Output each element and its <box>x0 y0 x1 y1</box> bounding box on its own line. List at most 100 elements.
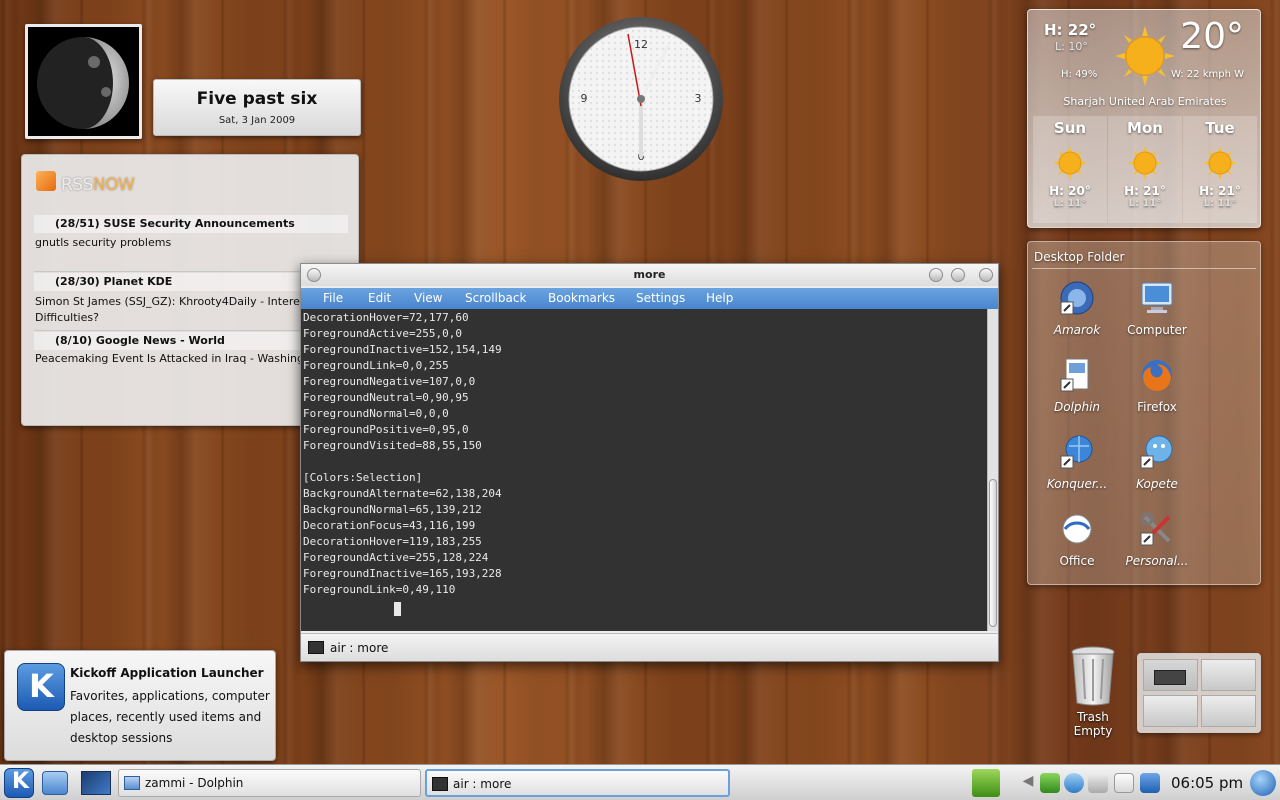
forecast-high: H: 21° <box>1124 184 1166 198</box>
folder-item-label: Kopete <box>1136 477 1178 491</box>
fuzzy-date: Sat, 3 Jan 2009 <box>218 115 296 126</box>
terminal-line: ForegroundInactive=152,154,149 <box>303 343 502 356</box>
tray-collapse-icon[interactable]: ◀ <box>1018 773 1038 793</box>
fuzzy-clock-widget[interactable]: Five past six Sat, 3 Jan 2009 <box>153 79 361 136</box>
maximize-icon[interactable] <box>951 268 965 282</box>
terminal-scrollbar[interactable] <box>987 309 998 631</box>
folder-item-label: Konquer... <box>1046 477 1108 491</box>
terminal-line: ForegroundLink=0,49,110 <box>303 583 456 596</box>
dolphin-icon <box>1060 358 1089 392</box>
folder-item-konqueror[interactable]: Konquer... <box>1035 434 1119 491</box>
task-dolphin[interactable]: zammi - Dolphin <box>118 769 421 797</box>
terminal-line: ForegroundActive=255,0,0 <box>303 327 462 340</box>
terminal-line: ForegroundNeutral=0,90,95 <box>303 391 469 404</box>
kde-logo-icon: K <box>17 663 65 711</box>
trash-widget[interactable]: Trash Empty <box>1058 645 1128 738</box>
help-icon[interactable] <box>1064 773 1084 793</box>
konqueror-icon <box>1060 435 1093 469</box>
sun-icon <box>1115 26 1175 86</box>
folder-item-label: Amarok <box>1053 323 1101 337</box>
folder-item-kopete[interactable]: Kopete <box>1115 434 1199 491</box>
menu-settings[interactable]: Settings <box>636 288 685 309</box>
window-titlebar[interactable]: more <box>301 264 998 286</box>
clipboard-icon[interactable] <box>1114 773 1134 793</box>
weather-low: L: 10° <box>1055 40 1088 53</box>
forecast-day-label: Tue <box>1205 119 1235 137</box>
rss-feed-icon <box>36 171 56 191</box>
folder-item-dolphin[interactable]: Dolphin <box>1035 357 1119 414</box>
moon-phase-widget <box>25 24 142 139</box>
sun-icon <box>1203 146 1237 180</box>
clock-numeral-3: 3 <box>695 92 702 105</box>
konsole-window[interactable]: more File Edit View Scrollback Bookmarks… <box>300 263 999 662</box>
show-desktop-icon[interactable] <box>42 771 68 795</box>
weather-wind: W: 22 kmph W <box>1170 69 1244 80</box>
weather-humidity: H: 49% <box>1061 69 1098 80</box>
terminal-line: DecorationHover=119,183,255 <box>303 535 482 548</box>
menu-view[interactable]: View <box>414 288 442 309</box>
dolphin-icon <box>124 776 140 790</box>
desktop-folder-widget[interactable]: Desktop Folder Amarok Computer Dolphin F… <box>1027 241 1261 585</box>
terminal-line: ForegroundNormal=0,0,0 <box>303 407 449 420</box>
menu-scrollback[interactable]: Scrollback <box>465 288 526 309</box>
computer-icon <box>1141 282 1173 313</box>
forecast-day-sun: Sun H: 20° L: 11° <box>1033 116 1107 223</box>
menu-bookmarks[interactable]: Bookmarks <box>548 288 615 309</box>
folder-item-firefox[interactable]: Firefox <box>1115 357 1199 414</box>
menu-help[interactable]: Help <box>706 288 733 309</box>
taskbar-clock[interactable]: 06:05 pm <box>1171 774 1243 792</box>
close-icon[interactable] <box>979 268 993 282</box>
trash-label: Trash <box>1077 710 1109 724</box>
folder-item-computer[interactable]: Computer <box>1115 280 1199 337</box>
task-konsole[interactable]: air : more <box>425 769 730 797</box>
forecast-high: H: 20° <box>1049 184 1091 198</box>
pager-desktop-2[interactable] <box>1201 659 1256 691</box>
forecast-day-label: Mon <box>1127 119 1163 137</box>
window-title: more <box>633 268 666 281</box>
moon-icon <box>37 37 129 129</box>
virtual-desktop-pager[interactable] <box>1137 653 1261 733</box>
forecast-low: L: 11° <box>1128 198 1162 209</box>
folder-item-label: Personal... <box>1125 554 1189 568</box>
battery-icon[interactable] <box>972 769 1000 797</box>
folder-item-amarok[interactable]: Amarok <box>1035 280 1119 337</box>
feed-item[interactable]: gnutls security problems <box>35 235 353 251</box>
session-tabbar: air : more <box>301 633 998 661</box>
window-menu-icon[interactable] <box>307 268 321 282</box>
session-tab[interactable]: air : more <box>308 640 388 656</box>
weather-widget[interactable]: H: 22° L: 10° H: 49% 20° W: 22 kmph W Sh… <box>1027 9 1261 228</box>
scrollbar-thumb[interactable] <box>989 479 997 627</box>
trash-icon <box>1071 646 1115 706</box>
session-tab-label: air : more <box>330 641 389 655</box>
pager-desktop-4[interactable] <box>1201 695 1256 727</box>
forecast-day-label: Sun <box>1053 119 1087 137</box>
desktop-preview-icon[interactable] <box>81 771 111 795</box>
minimize-icon[interactable] <box>929 268 943 282</box>
terminal-line: DecorationHover=72,177,60 <box>303 311 469 324</box>
folder-item-personal[interactable]: Personal... <box>1115 511 1199 568</box>
clock-numeral-12: 12 <box>634 38 648 51</box>
rss-logo-text-b: NOW <box>92 175 135 195</box>
analog-clock-widget[interactable]: 12 3 6 9 <box>558 16 724 182</box>
terminal-line: ForegroundLink=0,0,255 <box>303 359 449 372</box>
signal-strength-icon[interactable] <box>1140 773 1160 793</box>
kickoff-launcher-icon[interactable]: K <box>4 768 34 798</box>
network-icon[interactable] <box>1040 773 1060 793</box>
terminal-output[interactable]: DecorationHover=72,177,60 ForegroundActiv… <box>301 309 987 631</box>
forecast-day-mon: Mon H: 21° L: 11° <box>1108 116 1182 223</box>
folder-item-label: Office <box>1059 554 1095 568</box>
terminal-line: DecorationFocus=43,116,199 <box>303 519 476 532</box>
menu-file[interactable]: File <box>323 288 343 309</box>
clock-numeral-9: 9 <box>581 92 588 105</box>
tooltip-description: Favorites, applications, computer places… <box>70 689 270 745</box>
terminal-line: BackgroundAlternate=62,138,204 <box>303 487 502 500</box>
volume-icon[interactable] <box>1088 773 1108 793</box>
feed-header-suse[interactable]: (28/51) SUSE Security Announcements <box>34 215 348 233</box>
globe-icon[interactable] <box>1250 770 1276 796</box>
menu-edit[interactable]: Edit <box>368 288 391 309</box>
folder-item-office[interactable]: Office <box>1035 511 1119 568</box>
pager-desktop-3[interactable] <box>1143 695 1198 727</box>
terminal-cursor <box>394 602 401 616</box>
pager-desktop-1[interactable] <box>1143 659 1198 691</box>
